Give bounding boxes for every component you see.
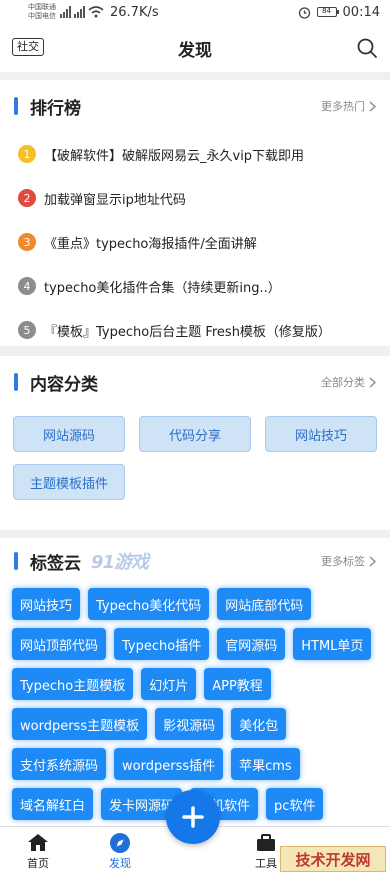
rank-item[interactable]: 2 加载弹窗显示ip地址代码 bbox=[0, 176, 390, 220]
signal-icon bbox=[60, 6, 71, 18]
tag-chip[interactable]: HTML单页 bbox=[293, 628, 372, 660]
search-icon[interactable] bbox=[356, 37, 378, 59]
rank-title: 『模板』Typecho后台主题 Fresh模板（修复版） bbox=[44, 324, 331, 340]
rank-number: 5 bbox=[18, 321, 36, 339]
compass-icon bbox=[110, 833, 130, 853]
tag-chip[interactable]: pc软件 bbox=[266, 788, 324, 820]
rank-item[interactable]: 3 《重点》typecho海报插件/全面讲解 bbox=[0, 220, 390, 264]
plus-icon bbox=[182, 806, 204, 828]
category-button[interactable]: 网站技巧 bbox=[265, 416, 377, 452]
ranking-title: 排行榜 bbox=[30, 98, 81, 119]
carrier-1: 中国联通 bbox=[28, 3, 56, 11]
rank-number: 4 bbox=[18, 277, 36, 295]
tag-chip[interactable]: wordperss插件 bbox=[114, 748, 224, 780]
toolbox-icon bbox=[257, 834, 275, 851]
more-hot-link[interactable]: 更多热门 bbox=[321, 98, 376, 114]
category-button[interactable]: 代码分享 bbox=[139, 416, 251, 452]
category-button[interactable]: 主题模板插件 bbox=[13, 464, 125, 500]
tag-chip[interactable]: 网站底部代码 bbox=[217, 588, 312, 620]
tag-chip[interactable]: 影视源码 bbox=[155, 708, 224, 740]
tag-header: 标签云 91游戏 更多标签 bbox=[0, 538, 390, 584]
wifi-icon bbox=[88, 6, 104, 18]
category-button[interactable]: 网站源码 bbox=[13, 416, 125, 452]
category-section: 内容分类 全部分类 网站源码 代码分享 网站技巧主题模板插件 bbox=[0, 356, 390, 530]
section-bar bbox=[14, 97, 18, 115]
tag-chip[interactable]: 网站顶部代码 bbox=[12, 628, 107, 660]
app-header: 社交 发现 bbox=[0, 24, 390, 72]
all-categories-label: 全部分类 bbox=[321, 376, 365, 389]
battery-icon: 84 bbox=[316, 7, 339, 17]
rank-number: 1 bbox=[18, 145, 36, 163]
home-icon bbox=[28, 834, 48, 851]
tag-chip[interactable]: 美化包 bbox=[231, 708, 287, 740]
watermark-badge: 技术开发网 bbox=[280, 846, 386, 872]
rank-title: 《重点》typecho海报插件/全面讲解 bbox=[44, 236, 257, 252]
signal-icon-2 bbox=[74, 6, 85, 18]
tab-discover-label: 发现 bbox=[109, 857, 131, 870]
tab-home[interactable]: 首页 bbox=[8, 831, 68, 871]
rank-title: 加载弹窗显示ip地址代码 bbox=[44, 192, 186, 208]
tab-home-label: 首页 bbox=[27, 857, 49, 870]
tag-chip[interactable]: 官网源码 bbox=[217, 628, 286, 660]
ranking-section: 排行榜 更多热门 1 【破解软件】破解版网易云_永久vip下载即用 2 加载弹窗显示i… bbox=[0, 80, 390, 346]
section-bar bbox=[14, 373, 18, 391]
chevron-right-icon bbox=[369, 376, 376, 388]
ranking-list: 1 【破解软件】破解版网易云_永久vip下载即用 2 加载弹窗显示ip地址代码 3 《重点… bbox=[0, 132, 390, 352]
section-bar bbox=[14, 552, 18, 570]
alarm-icon bbox=[298, 6, 310, 19]
tab-discover[interactable]: 发现 bbox=[90, 831, 150, 871]
page-title: 发现 bbox=[178, 40, 212, 61]
category-header: 内容分类 全部分类 bbox=[0, 356, 390, 408]
tag-chip[interactable]: 幻灯片 bbox=[141, 668, 197, 700]
rank-item[interactable]: 1 【破解软件】破解版网易云_永久vip下载即用 bbox=[0, 132, 390, 176]
add-button[interactable] bbox=[166, 790, 220, 844]
rank-number: 3 bbox=[18, 233, 36, 251]
tag-chip[interactable]: 支付系统源码 bbox=[12, 748, 107, 780]
carrier-info: 中国联通 中国电信 bbox=[28, 3, 56, 21]
more-tags-link[interactable]: 更多标签 bbox=[321, 553, 376, 569]
carrier-2: 中国电信 bbox=[28, 12, 56, 20]
tag-chip[interactable]: Typecho主题模板 bbox=[12, 668, 134, 700]
tag-section: 标签云 91游戏 更多标签 网站技巧 Typecho美化代码 网站底部代码网站顶部代… bbox=[0, 538, 390, 826]
battery-level: 84 bbox=[322, 7, 331, 15]
tag-chip[interactable]: Typecho美化代码 bbox=[88, 588, 210, 620]
tab-tools-label: 工具 bbox=[255, 857, 277, 870]
tag-chip[interactable]: 苹果cms bbox=[231, 748, 300, 780]
chevron-right-icon bbox=[369, 100, 376, 112]
category-title: 内容分类 bbox=[30, 374, 98, 395]
network-speed: 26.7K/s bbox=[110, 4, 159, 20]
ranking-header: 排行榜 更多热门 bbox=[0, 80, 390, 132]
rank-item[interactable]: 4 typecho美化插件合集（持续更新ing..） bbox=[0, 264, 390, 308]
rank-title: typecho美化插件合集（持续更新ing..） bbox=[44, 280, 281, 296]
rank-title: 【破解软件】破解版网易云_永久vip下载即用 bbox=[44, 148, 305, 164]
more-hot-label: 更多热门 bbox=[321, 100, 365, 113]
tag-chip[interactable]: 网站技巧 bbox=[12, 588, 81, 620]
more-tags-label: 更多标签 bbox=[321, 555, 365, 568]
all-categories-link[interactable]: 全部分类 bbox=[321, 374, 376, 390]
chevron-right-icon bbox=[369, 555, 376, 567]
rank-item[interactable]: 5 『模板』Typecho后台主题 Fresh模板（修复版） bbox=[0, 308, 390, 352]
status-bar: 中国联通 中国电信 26.7K/s 84 00:14 bbox=[0, 0, 390, 24]
tag-chip[interactable]: APP教程 bbox=[204, 668, 271, 700]
social-button[interactable]: 社交 bbox=[12, 38, 44, 56]
category-grid: 网站源码 代码分享 网站技巧主题模板插件 bbox=[0, 408, 390, 512]
logo-91: 91游戏 bbox=[91, 552, 149, 573]
clock: 00:14 bbox=[342, 4, 380, 20]
tag-chip[interactable]: 域名解红白 bbox=[12, 788, 94, 820]
tag-chip[interactable]: wordperss主题模板 bbox=[12, 708, 148, 740]
rank-number: 2 bbox=[18, 189, 36, 207]
tag-title: 标签云 bbox=[30, 553, 81, 574]
tag-chip[interactable]: Typecho插件 bbox=[114, 628, 210, 660]
tag-cloud: 网站技巧 Typecho美化代码 网站底部代码网站顶部代码 Typecho插件 官网源码… bbox=[0, 584, 390, 824]
